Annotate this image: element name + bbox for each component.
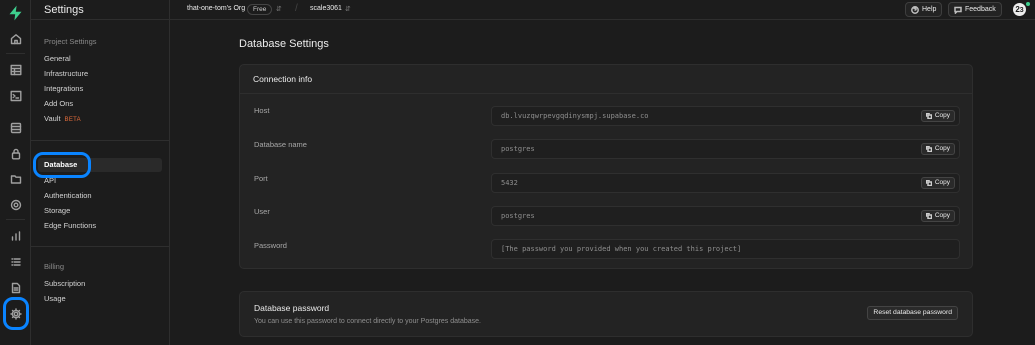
copy-icon	[925, 113, 932, 119]
sidebar-item-general[interactable]: General	[44, 54, 71, 63]
project-switcher[interactable]: scale3061	[310, 5, 342, 12]
divider	[31, 140, 170, 141]
database-name-field[interactable]: postgres Copy	[491, 139, 960, 159]
copy-database-name-button[interactable]: Copy	[920, 143, 955, 155]
auth-lock-icon[interactable]	[9, 147, 22, 160]
copy-icon	[925, 213, 932, 219]
sidebar-item-storage[interactable]: Storage	[44, 206, 70, 215]
database-name-label: Database name	[254, 140, 307, 149]
home-icon[interactable]	[9, 32, 22, 45]
docs-icon[interactable]	[9, 281, 22, 294]
sidebar-item-vault[interactable]: Vault BETA	[44, 114, 81, 123]
password-card-description: You can use this password to connect dir…	[254, 318, 481, 325]
sidebar-title: Settings	[44, 4, 84, 16]
plan-badge: Free	[247, 4, 273, 15]
feedback-icon	[954, 6, 962, 14]
help-button[interactable]: Help	[905, 2, 943, 17]
divider	[31, 246, 170, 247]
reports-icon[interactable]	[9, 229, 22, 242]
divider	[31, 19, 170, 20]
password-label: Password	[254, 241, 287, 250]
copy-user-button[interactable]: Copy	[920, 210, 955, 222]
user-field[interactable]: postgres Copy	[491, 206, 960, 226]
sidebar-item-edge-functions[interactable]: Edge Functions	[44, 221, 96, 230]
database-icon[interactable]	[9, 121, 22, 134]
copy-label: Copy	[934, 112, 950, 119]
settings-highlight-ring	[3, 297, 29, 330]
copy-label: Copy	[934, 179, 950, 186]
status-dot	[1026, 2, 1030, 6]
help-label: Help	[922, 6, 937, 13]
chevron-updown-icon[interactable]: ⇵	[276, 5, 282, 13]
port-value: 5432	[501, 179, 518, 187]
avatar-count: 3	[1019, 7, 1024, 14]
host-value: db.lvuzqwrpevgqdinysmpj.supabase.co	[501, 112, 649, 120]
sidebar-item-infrastructure[interactable]: Infrastructure	[44, 69, 88, 78]
sidebar-item-add-ons[interactable]: Add Ons	[44, 99, 73, 108]
port-field[interactable]: 5432 Copy	[491, 173, 960, 193]
copy-icon	[925, 180, 932, 186]
breadcrumb-separator: /	[295, 3, 298, 14]
reset-database-password-button[interactable]: Reset database password	[867, 306, 958, 320]
copy-icon	[925, 146, 932, 152]
table-editor-icon[interactable]	[9, 63, 22, 76]
user-label: User	[254, 207, 270, 216]
copy-port-button[interactable]: Copy	[920, 177, 955, 189]
sql-editor-icon[interactable]	[9, 89, 22, 102]
page-title: Database Settings	[239, 38, 329, 50]
copy-host-button[interactable]: Copy	[920, 110, 955, 122]
edge-functions-icon[interactable]	[9, 198, 22, 211]
help-icon	[911, 5, 919, 14]
sidebar-item-usage[interactable]: Usage	[44, 294, 66, 303]
chevron-updown-icon[interactable]: ⇵	[345, 5, 351, 13]
logs-icon[interactable]	[9, 255, 22, 268]
host-label: Host	[254, 106, 270, 115]
sidebar-item-label: Vault	[44, 114, 61, 123]
database-name-value: postgres	[501, 145, 535, 153]
copy-label: Copy	[934, 212, 950, 219]
database-password-card: Database password You can use this passw…	[239, 291, 973, 337]
beta-badge: BETA	[64, 117, 81, 123]
group-project-settings: Project Settings	[44, 37, 97, 46]
card-heading: Connection info	[240, 65, 972, 94]
sidebar-item-subscription[interactable]: Subscription	[44, 279, 85, 288]
feedback-label: Feedback	[965, 6, 996, 13]
org-switcher[interactable]: that-one-tom's Org	[187, 5, 245, 12]
password-field[interactable]: [The password you provided when you crea…	[491, 239, 960, 259]
storage-icon[interactable]	[9, 172, 22, 185]
icon-rail	[0, 0, 31, 345]
group-billing: Billing	[44, 262, 65, 271]
rail-divider	[6, 53, 25, 54]
rail-divider	[6, 219, 25, 220]
sidebar-item-integrations[interactable]: Integrations	[44, 84, 83, 93]
port-label: Port	[254, 174, 268, 183]
password-value: [The password you provided when you crea…	[501, 245, 742, 253]
feedback-button[interactable]: Feedback	[948, 2, 1002, 17]
password-card-heading: Database password	[254, 303, 330, 313]
avatar[interactable]: 23	[1013, 3, 1026, 16]
sidebar-item-authentication[interactable]: Authentication	[44, 191, 92, 200]
host-field[interactable]: db.lvuzqwrpevgqdinysmpj.supabase.co Copy	[491, 106, 960, 126]
user-value: postgres	[501, 212, 535, 220]
copy-label: Copy	[934, 145, 950, 152]
connection-info-card: Connection info Host db.lvuzqwrpevgqdiny…	[239, 64, 973, 269]
supabase-logo-icon[interactable]	[8, 5, 23, 21]
database-highlight-ring	[33, 152, 91, 178]
top-bar: that-one-tom's Org Free ⇵ / scale3061 ⇵ …	[170, 0, 1035, 20]
